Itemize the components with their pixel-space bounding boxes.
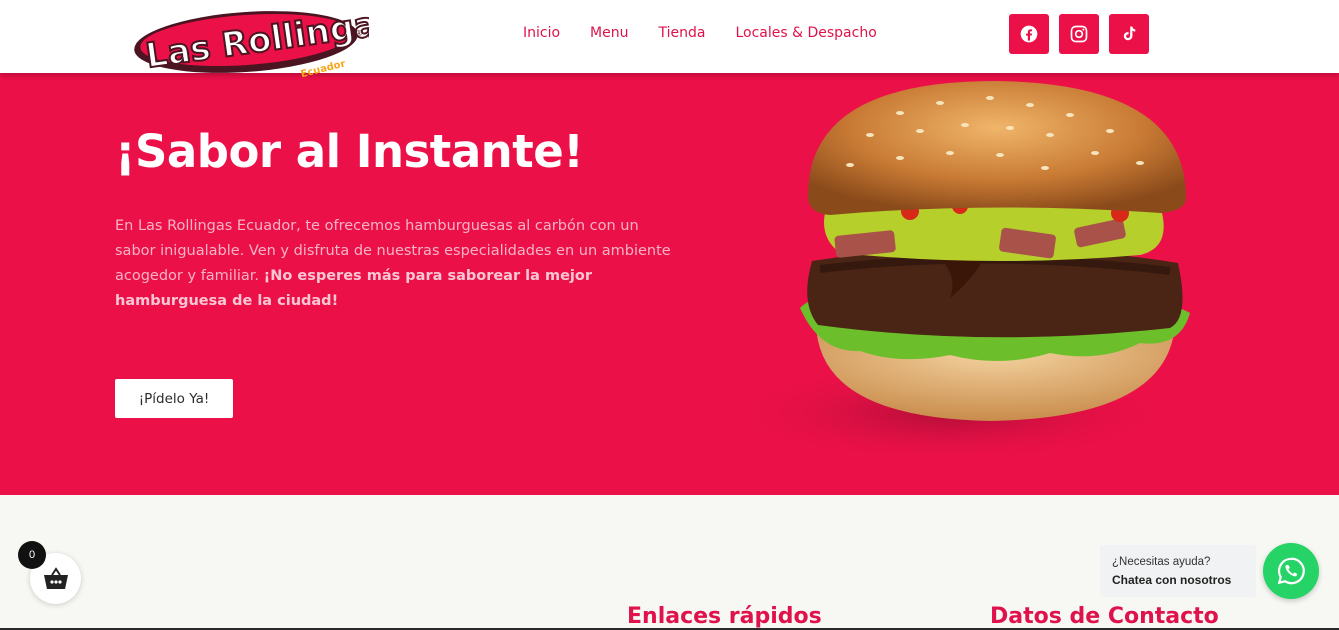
logo-image: Las Rollingas Ecuador ® (134, 1, 400, 80)
tiktok-link[interactable] (1109, 14, 1149, 54)
whatsapp-chat-bubble[interactable]: ¿Necesitas ayuda? Chatea con nosotros (1100, 545, 1256, 597)
facebook-link[interactable] (1009, 14, 1049, 54)
instagram-link[interactable] (1059, 14, 1099, 54)
nav-item-tienda[interactable]: Tienda (659, 25, 706, 41)
hero-description: En Las Rollingas Ecuador, te ofrecemos h… (115, 214, 675, 314)
svg-text:®: ® (355, 29, 363, 38)
nav-item-menu[interactable]: Menu (590, 25, 628, 41)
instagram-icon (1070, 25, 1088, 43)
main-nav: Inicio Menu Tienda Locales & Despacho (523, 25, 907, 41)
basket-icon (43, 566, 68, 589)
order-now-button[interactable]: ¡Pídelo Ya! (115, 379, 233, 418)
whatsapp-button[interactable] (1263, 543, 1319, 599)
site-logo[interactable]: Las Rollingas Ecuador ® (133, 1, 400, 82)
facebook-icon (1020, 25, 1038, 43)
hero-section: ¡Sabor al Instante! En Las Rollingas Ecu… (0, 73, 1339, 495)
cart-count-badge: 0 (18, 541, 46, 569)
burger-image (710, 81, 1190, 468)
nav-item-locales[interactable]: Locales & Despacho (735, 25, 876, 41)
whatsapp-chat-text: Chatea con nosotros (1112, 573, 1232, 587)
contact-heading: Datos de Contacto (990, 604, 1219, 629)
nav-item-inicio[interactable]: Inicio (523, 25, 560, 41)
site-header: Las Rollingas Ecuador ® Inicio Menu Tien… (0, 0, 1339, 80)
tiktok-icon (1123, 26, 1136, 41)
whatsapp-help-text: ¿Necesitas ayuda? (1112, 556, 1211, 568)
whatsapp-icon (1277, 557, 1305, 585)
hero-title: ¡Sabor al Instante! (115, 125, 584, 178)
quick-links-heading: Enlaces rápidos (627, 604, 822, 629)
